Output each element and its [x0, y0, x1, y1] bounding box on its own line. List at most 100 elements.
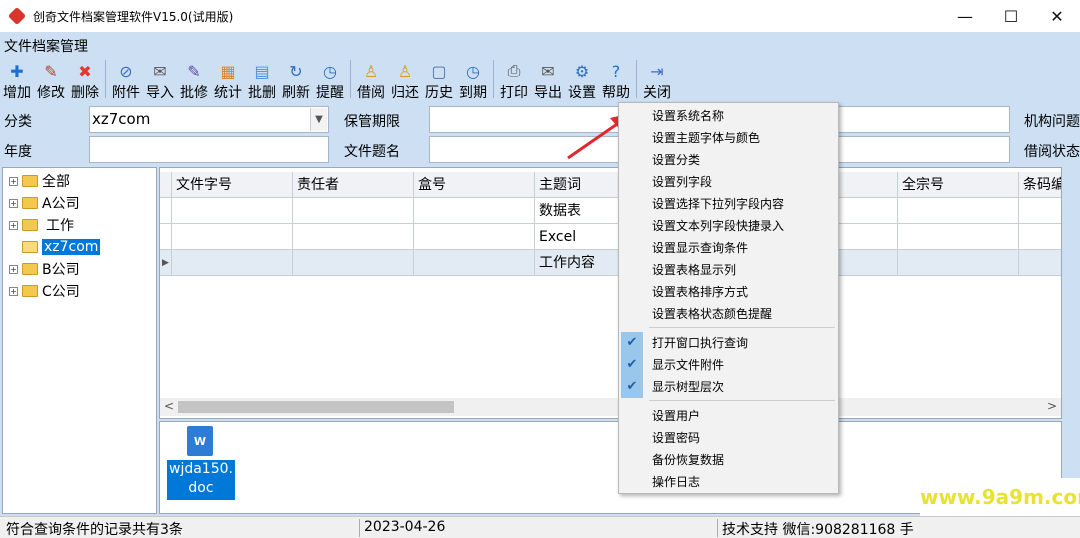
toolbar-button-clock[interactable]: ◷ 提醒 [313, 58, 347, 102]
chevron-down-icon[interactable]: ▼ [310, 108, 327, 131]
menu-item[interactable]: 设置显示查询条件 [619, 237, 838, 259]
column-header[interactable]: 全宗号 [898, 172, 1019, 198]
table-cell[interactable] [1019, 250, 1061, 276]
menu-item-label: 设置显示查询条件 [652, 241, 749, 255]
toolbar-button-refresh[interactable]: ↻ 刷新 [279, 58, 313, 102]
table-cell[interactable] [1019, 224, 1061, 250]
toolbar-button-batch-edit[interactable]: ✎ 批修 [177, 58, 211, 102]
tree-node[interactable]: + C公司 [9, 281, 80, 301]
tree-node[interactable]: + 全部 [9, 171, 70, 191]
table-cell[interactable] [293, 198, 414, 224]
menu-item-label: 设置用户 [652, 409, 701, 423]
table-row[interactable]: 数据表 [160, 198, 1061, 224]
table-cell[interactable] [414, 198, 535, 224]
menu-item-label: 设置表格状态颜色提醒 [652, 307, 773, 321]
window-title: 创奇文件档案管理软件V15.0(试用版) [33, 9, 234, 24]
table-cell[interactable] [293, 250, 414, 276]
category-combo[interactable]: xz7com ▼ [89, 106, 329, 133]
table-cell[interactable] [414, 250, 535, 276]
table-row[interactable]: Excel [160, 224, 1061, 250]
toolbar-button-borrow[interactable]: ♙ 借阅 [354, 58, 388, 102]
menu-item[interactable]: ✔ 显示树型层次 [619, 376, 838, 398]
close-window-button[interactable]: ✕ [1034, 0, 1080, 32]
menu-item[interactable]: 设置表格显示列 [619, 259, 838, 281]
tree-node-selected[interactable]: xz7com [22, 237, 101, 257]
scrollbar-thumb[interactable] [178, 401, 454, 413]
expand-icon[interactable]: + [9, 198, 18, 208]
doc-title-label: 文件题名 [344, 144, 400, 160]
expand-icon[interactable]: + [9, 176, 18, 186]
menu-item[interactable]: 设置主题字体与颜色 [619, 127, 838, 149]
menu-item[interactable]: 备份恢复数据 [619, 449, 838, 471]
menu-item-label: 设置列字段 [652, 175, 713, 189]
menu-item[interactable]: 设置用户 [619, 405, 838, 427]
menu-item-label: 设置分类 [652, 153, 701, 167]
menu-item[interactable]: ✔ 打开窗口执行查询 [619, 332, 838, 354]
menu-item[interactable]: 设置选择下拉列字段内容 [619, 193, 838, 215]
table-cell[interactable] [172, 224, 293, 250]
category-tree: + 全部 + A公司 + 工作 xz7com + B公司 + C公司 [2, 167, 157, 514]
column-header[interactable]: 条码编 [1019, 172, 1061, 198]
toolbar-button-paperclip[interactable]: ⊘ 附件 [109, 58, 143, 102]
minimize-button[interactable]: — [942, 0, 988, 32]
toolbar-separator [493, 60, 494, 98]
menu-item-label: 操作日志 [652, 475, 701, 489]
menu-item[interactable]: 设置密码 [619, 427, 838, 449]
menu-item[interactable]: 设置分类 [619, 149, 838, 171]
expand-icon[interactable]: + [9, 220, 18, 230]
menu-item[interactable]: 设置表格状态颜色提醒 [619, 303, 838, 325]
tree-node[interactable]: + A公司 [9, 193, 80, 213]
toolbar-button-due[interactable]: ◷ 到期 [456, 58, 490, 102]
tree-node-label: B公司 [42, 262, 80, 278]
toolbar-button-import[interactable]: ✉ 导入 [143, 58, 177, 102]
column-header[interactable]: 责任者 [293, 172, 414, 198]
toolbar-button-plus[interactable]: ✚ 增加 [0, 58, 34, 102]
menu-item[interactable]: 设置文本列字段快捷录入 [619, 215, 838, 237]
menu-item[interactable]: 设置列字段 [619, 171, 838, 193]
table-cell[interactable] [293, 224, 414, 250]
borrow-status-label: 借阅状态 [1024, 144, 1080, 160]
word-file-icon[interactable]: W [187, 426, 213, 456]
delete-icon: ✖ [78, 61, 92, 81]
menu-item[interactable]: 设置表格排序方式 [619, 281, 838, 303]
expand-icon[interactable]: + [9, 286, 18, 296]
scroll-right-icon[interactable]: > [1047, 399, 1057, 413]
toolbar-button-history[interactable]: ▢ 历史 [422, 58, 456, 102]
toolbar-button-delete[interactable]: ✖ 删除 [68, 58, 102, 102]
column-header[interactable]: 文件字号 [172, 172, 293, 198]
menu-title[interactable]: 文件档案管理 [4, 36, 88, 56]
toolbar-button-stats[interactable]: ▦ 统计 [211, 58, 245, 102]
menu-item[interactable]: 设置系统名称 [619, 105, 838, 127]
table-cell[interactable] [1019, 198, 1061, 224]
category-label: 分类 [4, 114, 32, 130]
toolbar-button-exit[interactable]: ⇥ 关闭 [640, 58, 674, 102]
toolbar-button-export[interactable]: ✉ 导出 [531, 58, 565, 102]
exit-icon: ⇥ [650, 61, 664, 81]
maximize-button[interactable]: ☐ [988, 0, 1034, 32]
horizontal-scrollbar[interactable]: < > [160, 398, 1061, 416]
year-input[interactable] [89, 136, 329, 163]
tree-node[interactable]: + B公司 [9, 259, 80, 279]
table-cell[interactable] [898, 224, 1019, 250]
menu-item[interactable]: 操作日志 [619, 471, 838, 493]
scroll-left-icon[interactable]: < [164, 399, 174, 413]
toolbar-button-batch-delete[interactable]: ▤ 批删 [245, 58, 279, 102]
attachment-file[interactable]: wjda150. doc [167, 460, 235, 500]
menu-item[interactable]: ✔ 显示文件附件 [619, 354, 838, 376]
watermark: www.9a9m.com [920, 478, 1080, 516]
table-cell[interactable] [898, 250, 1019, 276]
table-cell[interactable] [414, 224, 535, 250]
toolbar-button-help[interactable]: ? 帮助 [599, 58, 633, 102]
toolbar-button-gear[interactable]: ⚙ 设置 [565, 58, 599, 102]
table-cell[interactable] [172, 250, 293, 276]
toolbar-button-return[interactable]: ♙ 归还 [388, 58, 422, 102]
toolbar-button-printer[interactable]: ⎙ 打印 [497, 58, 531, 102]
expand-icon[interactable]: + [9, 264, 18, 274]
column-header[interactable]: 盒号 [414, 172, 535, 198]
tree-node[interactable]: + 工作 [9, 215, 74, 235]
table-cell[interactable] [898, 198, 1019, 224]
toolbar-button-label: 提醒 [316, 85, 344, 101]
toolbar-button-pencil[interactable]: ✎ 修改 [34, 58, 68, 102]
table-cell[interactable] [172, 198, 293, 224]
table-row[interactable]: ▶ 工作内容 [160, 250, 1061, 276]
